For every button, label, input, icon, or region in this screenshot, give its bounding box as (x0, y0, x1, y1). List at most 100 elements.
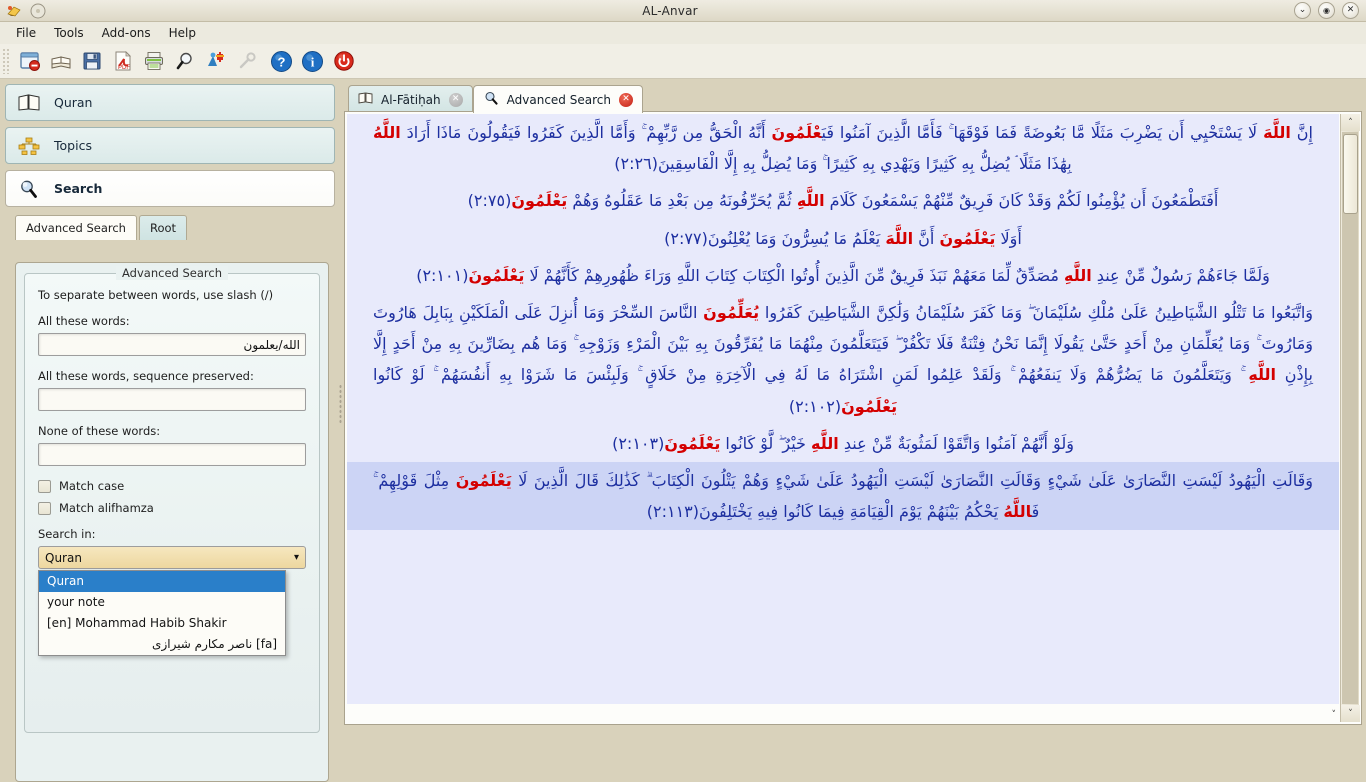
svg-text:?: ? (278, 54, 286, 69)
sidebar: Quran Topics Search Advanced Search Root… (5, 84, 335, 782)
verse-reference: (٢:١٠١) (416, 265, 469, 285)
open-book-icon (18, 93, 40, 113)
match-case-row[interactable]: Match case (38, 479, 306, 493)
highlighted-term: يَعْلَمُونَ (468, 265, 525, 285)
sidebar-item-quran[interactable]: Quran (5, 84, 335, 121)
dropdown-option-quran[interactable]: Quran (39, 571, 285, 592)
match-case-label: Match case (59, 479, 125, 493)
result-row[interactable]: وَلَمَّا جَاءَهُمْ رَسُولٌ مِّنْ عِندِ ا… (347, 257, 1339, 294)
menu-bar: File Tools Add-ons Help (0, 22, 1366, 44)
content-tabstrip: Al-Fātiḥah ✕ Advanced Search ✕ (344, 80, 1362, 113)
power-icon[interactable] (329, 47, 358, 76)
sequence-words-input[interactable] (38, 388, 306, 411)
menu-file[interactable]: File (8, 24, 44, 42)
result-row[interactable]: أَوَلَا يَعْلَمُونَ أَنَّ اللَّهَ يَعْلَ… (347, 220, 1339, 257)
dropdown-option-shakir[interactable]: [en] Mohammad Habib Shakir (39, 613, 285, 634)
search-icon[interactable] (170, 47, 199, 76)
none-words-input[interactable] (38, 443, 306, 466)
result-row[interactable]: وَلَوْ أَنَّهُمْ آمَنُوا وَاتَّقَوْا لَم… (347, 425, 1339, 462)
match-alifhamza-checkbox[interactable] (38, 501, 51, 515)
splitter-grip[interactable] (339, 384, 342, 424)
window-title: AL-Anvar (642, 3, 698, 18)
title-bar-icons (0, 3, 46, 19)
highlighted-term: يَعْلَمُونَ (664, 433, 721, 453)
close-button[interactable]: ✕ (1342, 2, 1359, 19)
advanced-search-group: Advanced Search To separate between word… (24, 266, 320, 733)
result-row[interactable]: أَفَتَطْمَعُونَ أَن يُؤْمِنُوا لَكُمْ وَ… (347, 182, 1339, 219)
highlighted-term: يَعْلَمُونَ (511, 191, 568, 211)
toolbar-grip[interactable] (2, 48, 11, 74)
toolbar: PDF ? i (0, 44, 1366, 79)
sidebar-item-label: Quran (54, 95, 93, 110)
addons-icon[interactable] (201, 47, 230, 76)
result-row[interactable]: إِنَّ اللَّهَ لَا يَسْتَحْيِي أَن يَضْرِ… (347, 114, 1339, 182)
pdf-export-icon[interactable]: PDF (108, 47, 137, 76)
settings-wrench-icon[interactable] (232, 47, 261, 76)
sidebar-item-topics[interactable]: Topics (5, 127, 335, 164)
highlighted-term: اللَّهِ (1248, 365, 1277, 385)
verse-reference: (٢:١٠٣) (612, 433, 665, 453)
highlighted-term: اللَّهِ (796, 191, 825, 211)
close-icon[interactable]: ✕ (618, 92, 633, 107)
label-search-in: Search in: (38, 527, 96, 541)
tree-hierarchy-icon (18, 136, 40, 156)
tab-advanced-search-content[interactable]: Advanced Search ✕ (472, 85, 643, 113)
tab-advanced-search[interactable]: Advanced Search (15, 215, 137, 240)
print-icon[interactable] (139, 47, 168, 76)
maximize-button[interactable]: ◉ (1318, 2, 1335, 19)
pane-splitter[interactable] (337, 84, 344, 727)
menu-help[interactable]: Help (161, 24, 204, 42)
group-title: Advanced Search (25, 266, 319, 280)
sidebar-item-label: Search (54, 181, 103, 196)
bottom-scroll-marker[interactable]: ˅ (347, 706, 1339, 723)
sidebar-tabstrip: Advanced Search Root (5, 213, 335, 240)
scroll-down-glyph[interactable]: ˅ (1332, 710, 1337, 720)
menu-addons[interactable]: Add-ons (94, 24, 159, 42)
tab-label: Al-Fātiḥah (381, 92, 441, 107)
highlighted-term: اللَّهُ (373, 123, 401, 142)
window-controls: ⌄ ◉ ✕ (1294, 2, 1366, 19)
verse-reference: (٢:٧٧) (664, 228, 708, 248)
svg-text:PDF: PDF (118, 65, 130, 71)
book-icon[interactable] (46, 47, 75, 76)
highlighted-term: اللَّهِ (1063, 265, 1092, 285)
scroll-up-button[interactable]: ˄ (1341, 114, 1360, 131)
minimize-button[interactable]: ⌄ (1294, 2, 1311, 19)
match-case-checkbox[interactable] (38, 479, 51, 493)
svg-text:i: i (311, 54, 315, 69)
tab-root[interactable]: Root (138, 215, 188, 240)
help-icon[interactable]: ? (267, 47, 296, 76)
close-icon[interactable]: ✕ (448, 92, 463, 107)
sidebar-item-search[interactable]: Search (5, 170, 335, 207)
vertical-scrollbar[interactable]: ˄ ˅ (1340, 114, 1360, 722)
all-words-input[interactable] (38, 333, 306, 356)
results-page[interactable]: إِنَّ اللَّهَ لَا يَسْتَحْيِي أَن يَضْرِ… (347, 114, 1339, 704)
main-body: Quran Topics Search Advanced Search Root… (0, 79, 1366, 782)
disc-icon (30, 3, 46, 19)
scrollbar-thumb[interactable] (1343, 134, 1358, 214)
sidebar-panel: Advanced Search To separate between word… (15, 262, 329, 782)
highlighted-term: اللَّهَ (885, 228, 914, 248)
match-alifhamza-row[interactable]: Match alifhamza (38, 501, 306, 515)
verse-reference: (٢:١٠٢) (788, 396, 842, 416)
save-icon[interactable] (77, 47, 106, 76)
highlighted-term: عْلَمُونَ (771, 123, 822, 142)
tab-al-fatihah[interactable]: Al-Fātiḥah ✕ (348, 85, 473, 113)
search-in-dropdown[interactable]: Quran your note [en] Mohammad Habib Shak… (38, 570, 286, 656)
highlighted-term: يَعْلَمُونَ (455, 470, 512, 490)
menu-tools[interactable]: Tools (46, 24, 92, 42)
dropdown-option-your-note[interactable]: your note (39, 592, 285, 613)
result-row[interactable]: وَقَالَتِ الْيَهُودُ لَيْسَتِ النَّصَارَ… (347, 461, 1339, 531)
group-title-text: Advanced Search (116, 266, 228, 280)
scrollbar-track[interactable] (1342, 132, 1358, 704)
scroll-down-button[interactable]: ˅ (1341, 705, 1360, 722)
content-pane: Al-Fātiḥah ✕ Advanced Search ✕ إِنَّ الل… (344, 80, 1362, 727)
result-row[interactable]: وَاتَّبَعُوا مَا تَتْلُو الشَّيَاطِينُ ع… (347, 294, 1339, 425)
dropdown-option-makarem[interactable]: [fa] ناصر مکارم شیرازی (39, 634, 285, 655)
highlighted-term: اللَّهُ (1003, 502, 1032, 522)
search-in-combobox[interactable]: Quran ▾ (38, 546, 306, 569)
close-window-icon[interactable] (15, 47, 44, 76)
info-icon[interactable]: i (298, 47, 327, 76)
label-all-words: All these words: (38, 314, 130, 328)
verse-reference: (٢:٧٥) (467, 191, 512, 211)
